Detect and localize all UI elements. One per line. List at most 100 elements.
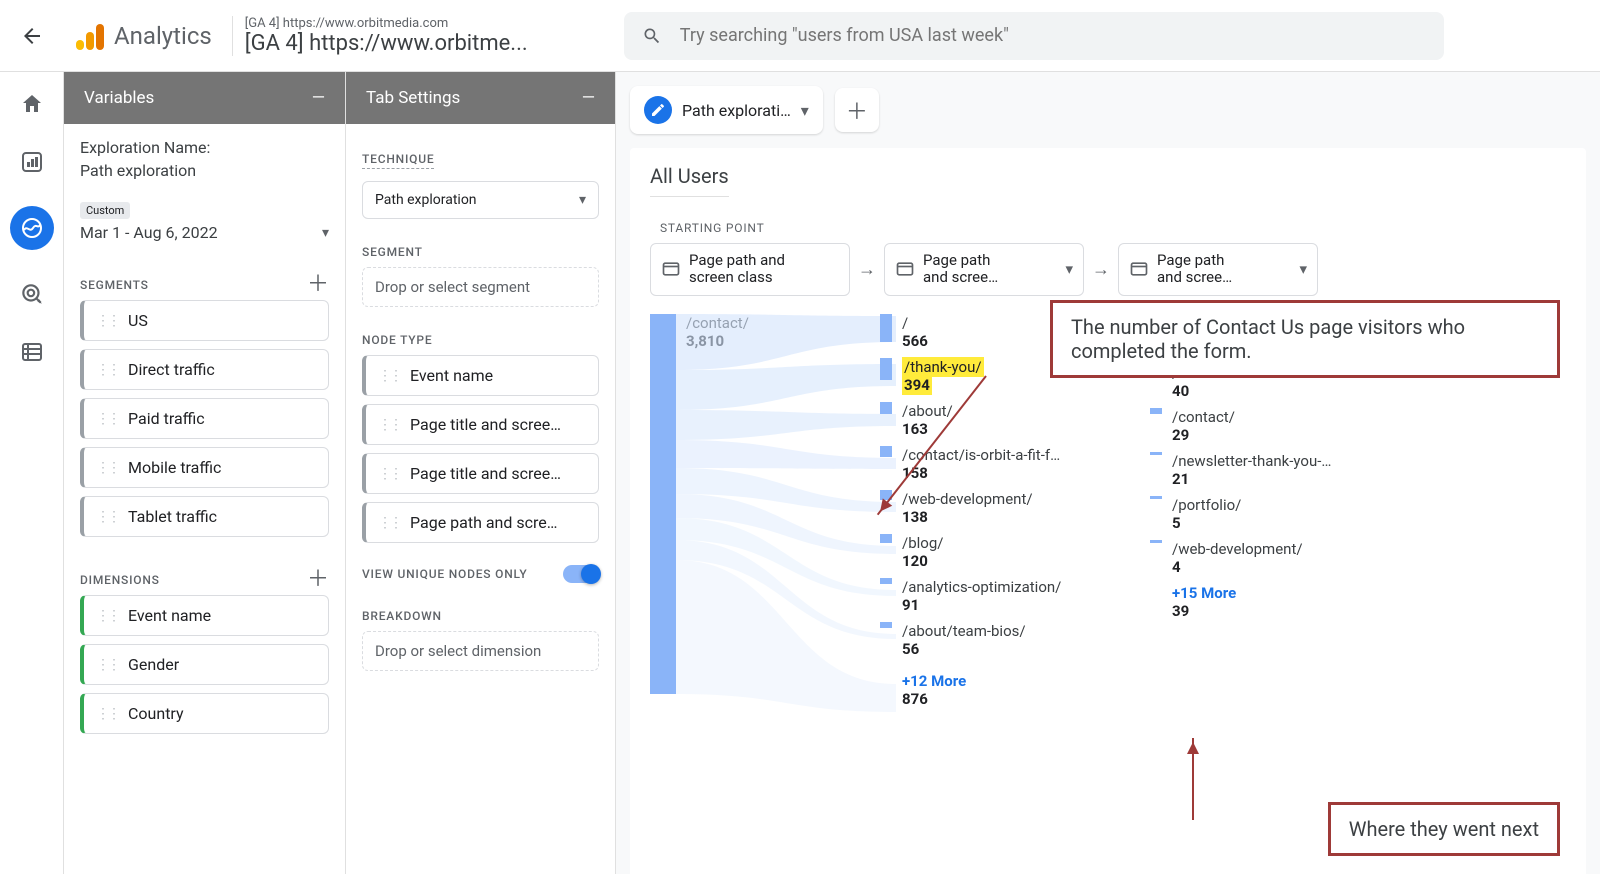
date-type-badge: Custom — [80, 202, 130, 219]
topbar: Analytics [GA 4] https://www.orbitmedia.… — [0, 0, 1600, 72]
webpage-icon — [1129, 259, 1149, 279]
collapse-icon[interactable]: — — [312, 88, 325, 108]
path-node[interactable]: /web-development/138 — [880, 490, 1120, 526]
path-node[interactable]: /analytics-optimization/91 — [880, 578, 1120, 614]
nodetype-chip[interactable]: ⋮⋮Page path and scre… — [362, 502, 599, 543]
dimension-chip[interactable]: ⋮⋮Gender — [80, 644, 329, 685]
exploration-name-label: Exploration Name: — [80, 138, 329, 157]
drag-handle-icon: ⋮⋮ — [378, 515, 400, 531]
segment-chip[interactable]: ⋮⋮Mobile traffic — [80, 447, 329, 488]
exploration-name[interactable]: Path exploration — [80, 161, 329, 180]
variables-header: Variables — — [64, 72, 345, 124]
path-node[interactable]: /about/team-bios/56 — [880, 622, 1120, 658]
drag-handle-icon: ⋮⋮ — [96, 657, 118, 673]
node-bar — [880, 534, 892, 543]
webpage-icon — [895, 259, 915, 279]
dimensions-label: DIMENSIONS — [80, 573, 160, 587]
nav-reports-icon[interactable] — [18, 148, 46, 176]
edit-icon — [644, 96, 672, 124]
nav-explore-icon[interactable] — [10, 206, 54, 250]
node-bar — [1150, 408, 1162, 414]
unique-nodes-toggle[interactable] — [563, 565, 599, 583]
date-range-text: Mar 1 - Aug 6, 2022 — [80, 223, 218, 242]
node-bar — [880, 578, 892, 584]
chevron-down-icon: ▾ — [1065, 260, 1073, 278]
drag-handle-icon: ⋮⋮ — [378, 417, 400, 433]
left-nav-rail — [0, 72, 64, 874]
segment-chip[interactable]: ⋮⋮Tablet traffic — [80, 496, 329, 537]
drag-handle-icon: ⋮⋮ — [96, 706, 118, 722]
path-diagram: /contact/ 3,810 — [650, 314, 1566, 744]
chevron-down-icon[interactable]: ▾ — [801, 101, 809, 120]
drag-handle-icon: ⋮⋮ — [96, 362, 118, 378]
exploration-tab[interactable]: Path explorati… ▾ — [630, 86, 823, 134]
app-name: Analytics — [114, 22, 212, 50]
collapse-icon[interactable]: — — [582, 88, 595, 108]
node-bar — [880, 446, 892, 457]
starting-point-label: STARTING POINT — [660, 221, 1566, 235]
arrow-right-icon: → — [858, 259, 876, 280]
node-bar — [880, 358, 892, 380]
technique-dropdown[interactable]: Path exploration ▾ — [362, 181, 599, 219]
annotation-box: Where they went next — [1328, 802, 1560, 856]
path-more-link[interactable]: +12 More876 — [880, 672, 1120, 708]
step-dimension-box[interactable]: Page path andscreen class — [650, 243, 850, 296]
arrow-right-icon: → — [1092, 259, 1110, 280]
nav-home-icon[interactable] — [18, 90, 46, 118]
path-node[interactable]: /about/163 — [880, 402, 1120, 438]
tab-settings-header: Tab Settings — — [346, 72, 615, 124]
nodetype-chip[interactable]: ⋮⋮Page title and scree… — [362, 453, 599, 494]
nav-configure-icon[interactable] — [18, 338, 46, 366]
segment-chip[interactable]: ⋮⋮Direct traffic — [80, 349, 329, 390]
tab-settings-title: Tab Settings — [366, 88, 460, 108]
add-dimension-button[interactable]: ＋ — [307, 561, 329, 593]
dimension-chip[interactable]: ⋮⋮Country — [80, 693, 329, 734]
breakdown-dropzone[interactable]: Drop or select dimension — [362, 631, 599, 671]
segment-label: SEGMENT — [362, 245, 599, 259]
path-node[interactable]: /portfolio/5 — [1150, 496, 1390, 532]
path-node[interactable]: /newsletter-thank-you-…21 — [1150, 452, 1390, 488]
annotation-box: The number of Contact Us page visitors w… — [1050, 300, 1560, 378]
path-node[interactable]: /contact/29 — [1150, 408, 1390, 444]
webpage-icon — [661, 259, 681, 279]
node-bar — [650, 314, 676, 694]
add-tab-button[interactable]: ＋ — [835, 88, 879, 132]
node-bar — [880, 402, 892, 414]
path-more-link[interactable]: +15 More39 — [1150, 584, 1390, 620]
segment-chip[interactable]: ⋮⋮Paid traffic — [80, 398, 329, 439]
tab-settings-panel: Tab Settings — TECHNIQUE Path exploratio… — [346, 72, 616, 874]
nav-advertising-icon[interactable] — [18, 280, 46, 308]
app-logo: Analytics — [68, 22, 220, 50]
nodetype-chip[interactable]: ⋮⋮Event name — [362, 355, 599, 396]
segment-chip[interactable]: ⋮⋮US — [80, 300, 329, 341]
search-box[interactable] — [624, 12, 1444, 60]
nodetype-chip[interactable]: ⋮⋮Page title and scree… — [362, 404, 599, 445]
step-dimension-box[interactable]: Page pathand scree… ▾ — [1118, 243, 1318, 296]
path-node[interactable]: /web-development/4 — [1150, 540, 1390, 576]
drag-handle-icon: ⋮⋮ — [96, 411, 118, 427]
node-bar — [880, 622, 892, 628]
variables-panel: Variables — Exploration Name: Path explo… — [64, 72, 346, 874]
breakdown-label: BREAKDOWN — [362, 609, 599, 623]
path-node[interactable]: /blog/120 — [880, 534, 1120, 570]
segment-dropzone[interactable]: Drop or select segment — [362, 267, 599, 307]
search-input[interactable] — [680, 25, 1426, 46]
dimension-chip[interactable]: ⋮⋮Event name — [80, 595, 329, 636]
drag-handle-icon: ⋮⋮ — [378, 368, 400, 384]
exploration-canvas: Path explorati… ▾ ＋ All Users STARTING P… — [616, 72, 1600, 874]
drag-handle-icon: ⋮⋮ — [96, 460, 118, 476]
add-segment-button[interactable]: ＋ — [307, 266, 329, 298]
drag-handle-icon: ⋮⋮ — [378, 466, 400, 482]
technique-label: TECHNIQUE — [362, 152, 434, 169]
step-dimension-box[interactable]: Page pathand scree… ▾ — [884, 243, 1084, 296]
node-bar — [1150, 452, 1162, 455]
chevron-down-icon: ▾ — [579, 192, 586, 208]
analytics-logo-icon — [76, 22, 104, 50]
node-bar — [1150, 540, 1162, 543]
date-range-picker[interactable]: Custom Mar 1 - Aug 6, 2022 ▾ — [80, 202, 329, 242]
property-title: [GA 4] https://www.orbitme... — [245, 31, 600, 56]
property-selector[interactable]: [GA 4] https://www.orbitmedia.com [GA 4]… — [232, 16, 612, 56]
segment-title: All Users — [650, 164, 729, 197]
back-button[interactable] — [8, 12, 56, 60]
search-icon — [642, 26, 662, 46]
